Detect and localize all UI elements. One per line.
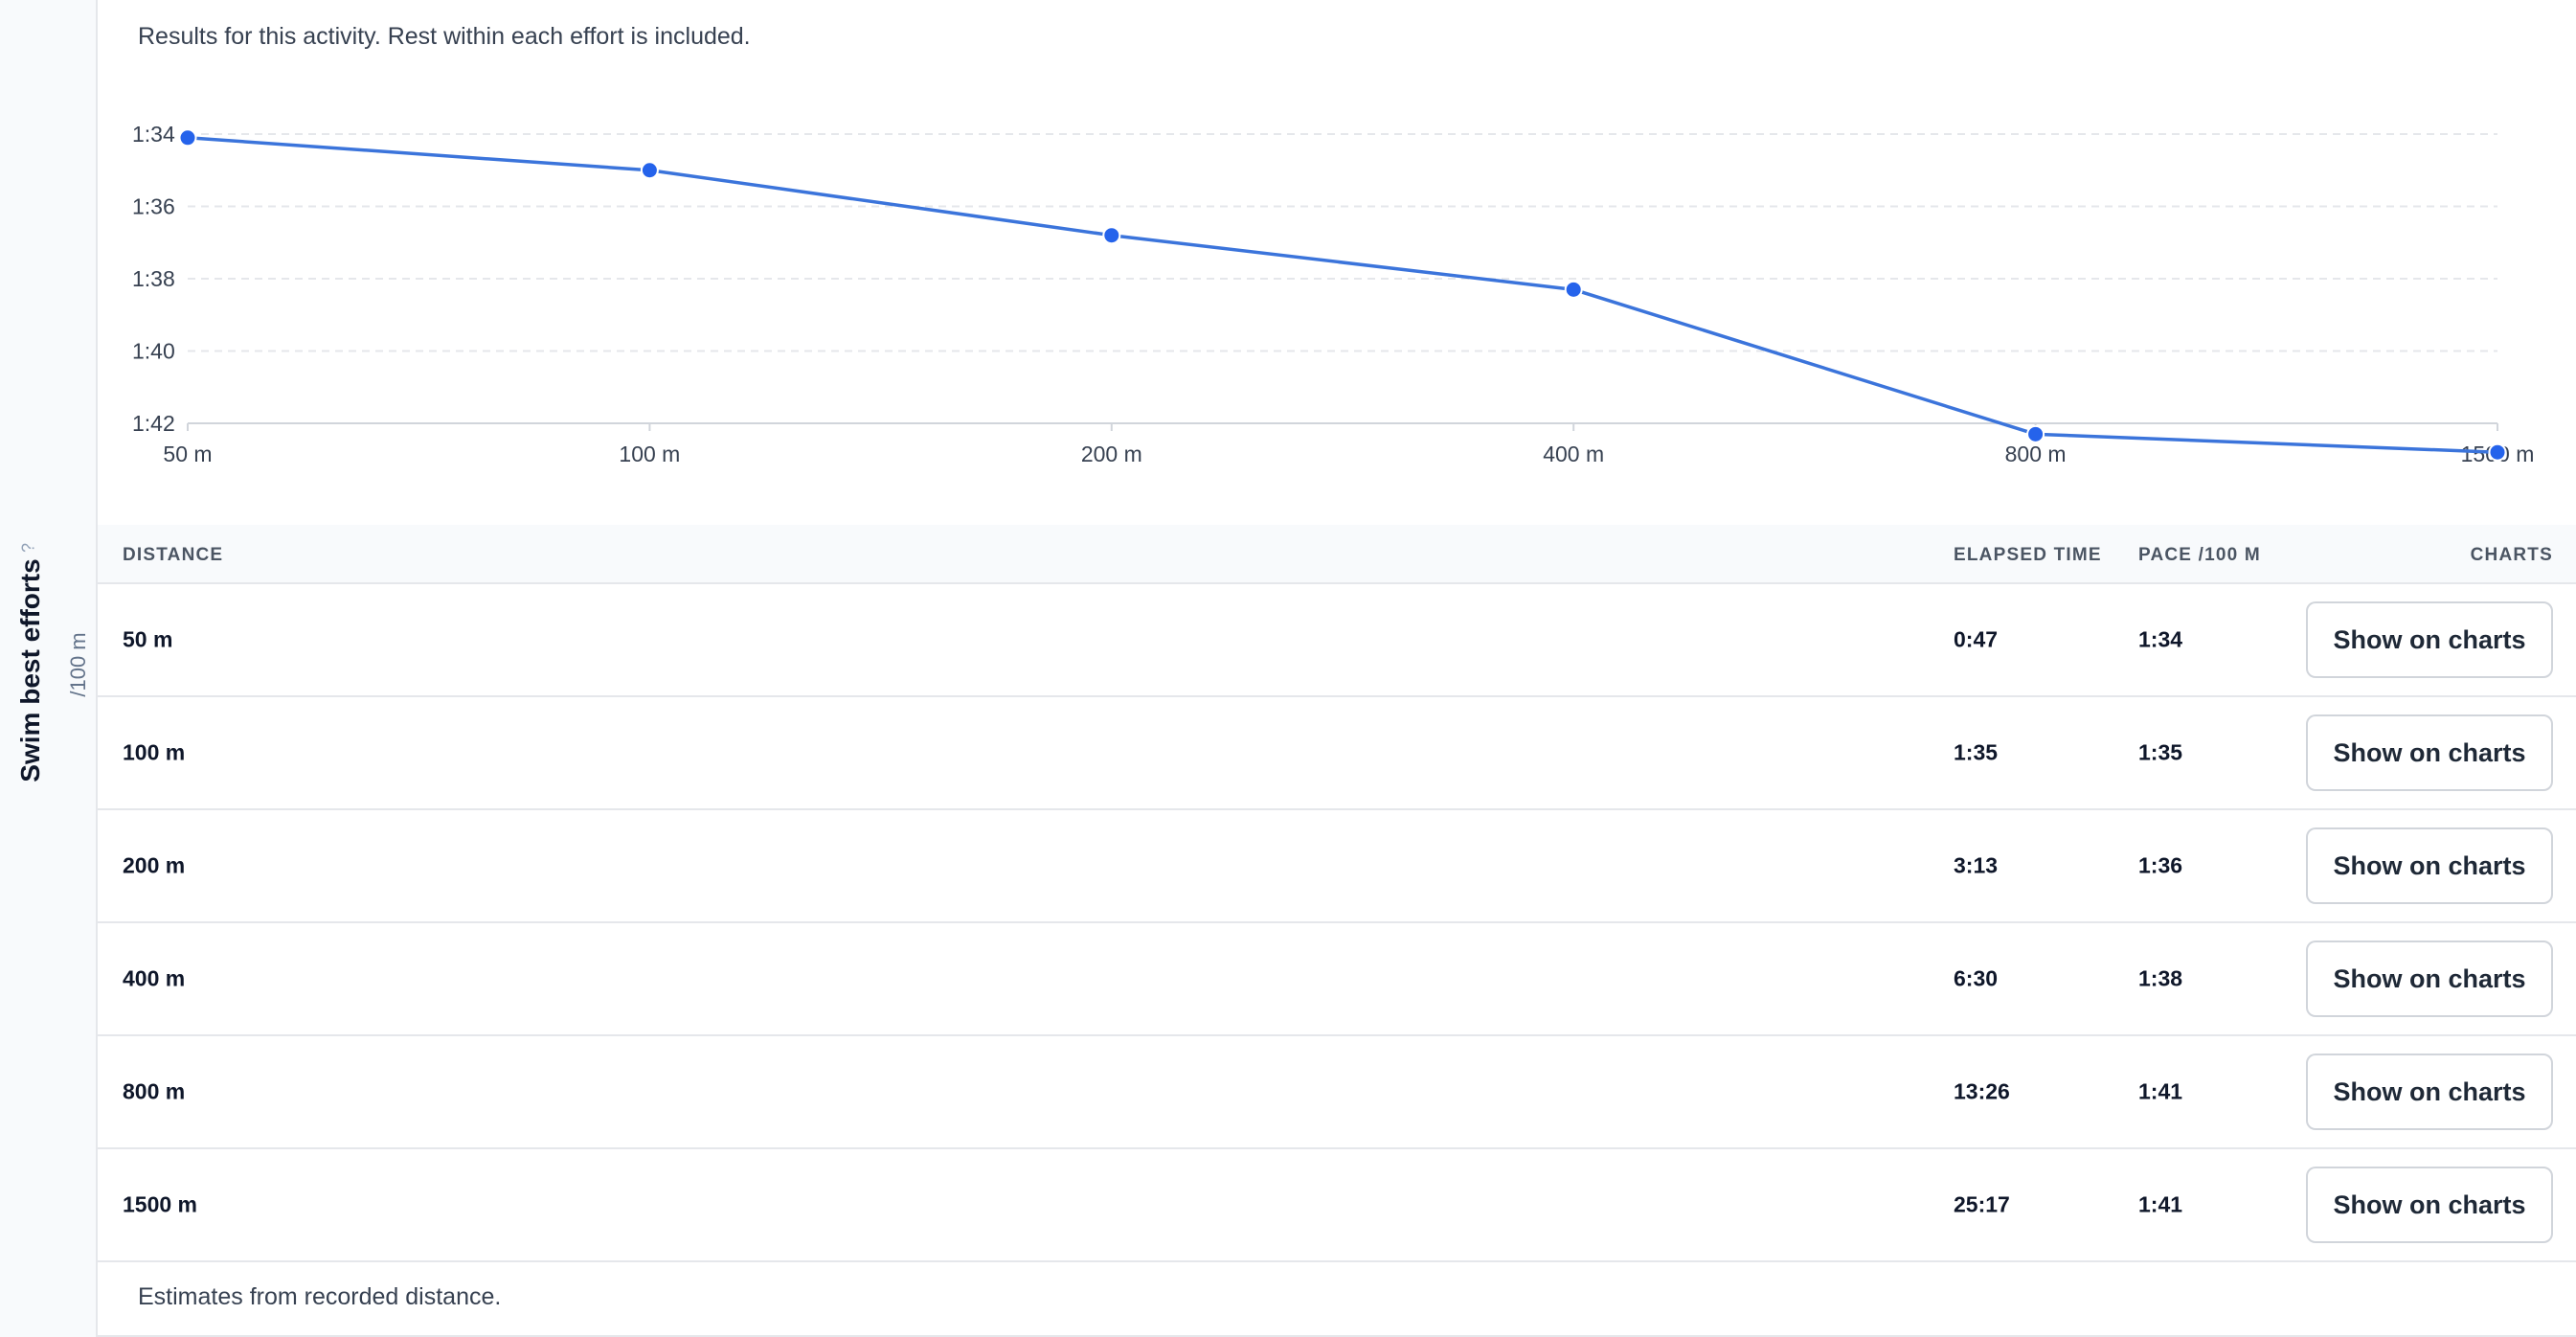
pace-cell: 1:34	[2138, 626, 2183, 652]
pace-data-point	[2488, 442, 2507, 462]
pace-cell: 1:38	[2138, 965, 2183, 991]
x-tick-label: 50 m	[163, 442, 212, 466]
pace-cell: 1:41	[2138, 1078, 2183, 1104]
elapsed-time-cell: 6:30	[1954, 965, 1999, 991]
y-tick-label: 1:36	[132, 194, 175, 219]
x-tick-label: 400 m	[1543, 442, 1604, 466]
y-tick-label: 1:40	[132, 339, 175, 364]
pace-cell: 1:41	[2138, 1191, 2183, 1217]
show-on-charts-button[interactable]: Show on charts	[2306, 1167, 2553, 1243]
table-row: 200 m 3:13 1:36 Show on charts	[98, 810, 2576, 923]
pace-data-point	[1564, 280, 1583, 299]
pace-data-point	[1102, 226, 1121, 245]
elapsed-time-cell: 25:17	[1954, 1191, 2010, 1217]
pace-data-point	[640, 161, 659, 180]
header-pace: PACE /100 M	[2138, 545, 2261, 565]
elapsed-time-cell: 1:35	[1954, 739, 1999, 765]
help-icon[interactable]: ?	[19, 543, 39, 553]
header-charts: CHARTS	[2470, 545, 2553, 565]
elapsed-time-cell: 13:26	[1954, 1078, 2010, 1104]
elapsed-time-cell: 0:47	[1954, 626, 1999, 652]
y-tick-label: 1:38	[132, 266, 175, 291]
show-on-charts-button[interactable]: Show on charts	[2306, 601, 2553, 678]
x-tick-label: 800 m	[2005, 442, 2067, 466]
pace-data-point	[2026, 424, 2045, 443]
header-elapsed-time: ELAPSED TIME	[1954, 545, 2102, 565]
elapsed-time-cell: 3:13	[1954, 852, 1999, 878]
pace-data-point	[178, 128, 197, 147]
sidebar: ? Swim best efforts /100 m	[0, 0, 98, 1337]
show-on-charts-button[interactable]: Show on charts	[2306, 940, 2553, 1017]
distance-cell: 400 m	[123, 965, 186, 991]
table-header: DISTANCE ELAPSED TIME PACE /100 M CHARTS	[98, 525, 2576, 584]
x-tick-label: 200 m	[1081, 442, 1142, 466]
distance-cell: 800 m	[123, 1078, 186, 1104]
distance-cell: 100 m	[123, 739, 186, 765]
efforts-table-body: 50 m 0:47 1:34 Show on charts 100 m 1:35…	[98, 584, 2576, 1262]
footnote: Estimates from recorded distance.	[138, 1283, 502, 1310]
show-on-charts-button[interactable]: Show on charts	[2306, 1054, 2553, 1130]
show-on-charts-button[interactable]: Show on charts	[2306, 714, 2553, 791]
pace-chart: 1:34 1:36 1:38 1:40 1:42 50 m 100 m 200 m 400 m 8…	[132, 122, 2534, 466]
section-unit-label: /100 m	[66, 632, 90, 697]
y-tick-label: 1:34	[132, 122, 175, 147]
section-title: Swim best efforts	[15, 558, 45, 782]
table-row: 50 m 0:47 1:34 Show on charts	[98, 584, 2576, 697]
pace-cell: 1:36	[2138, 852, 2183, 878]
pace-series-line	[187, 136, 2498, 454]
distance-cell: 200 m	[123, 852, 186, 878]
distance-cell: 1500 m	[123, 1191, 198, 1217]
header-distance: DISTANCE	[123, 545, 224, 565]
table-row: 1500 m 25:17 1:41 Show on charts	[98, 1149, 2576, 1262]
table-row: 800 m 13:26 1:41 Show on charts	[98, 1036, 2576, 1149]
distance-cell: 50 m	[123, 626, 173, 652]
table-row: 100 m 1:35 1:35 Show on charts	[98, 697, 2576, 810]
y-tick-label: 1:42	[132, 411, 175, 436]
pace-cell: 1:35	[2138, 739, 2183, 765]
show-on-charts-button[interactable]: Show on charts	[2306, 827, 2553, 904]
x-tick-label: 100 m	[619, 442, 680, 466]
intro-text: Results for this activity. Rest within e…	[138, 23, 751, 50]
table-row: 400 m 6:30 1:38 Show on charts	[98, 923, 2576, 1036]
